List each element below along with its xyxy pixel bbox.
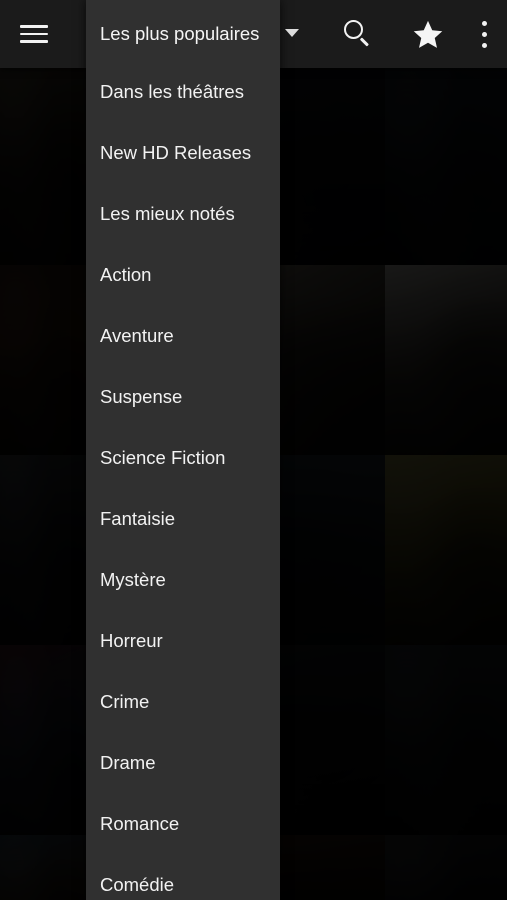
poster-tile[interactable]	[385, 68, 507, 265]
dropdown-item-label: Dans les théâtres	[100, 81, 244, 102]
dropdown-item[interactable]: Suspense	[86, 366, 280, 427]
poster-tile[interactable]	[0, 68, 86, 265]
poster-tile[interactable]	[0, 835, 86, 900]
dropdown-item-label: Action	[100, 264, 152, 285]
dropdown-item-label: Crime	[100, 691, 150, 712]
more-vertical-icon	[481, 20, 487, 48]
dropdown-item[interactable]: Mystère	[86, 549, 280, 610]
dropdown-item-label: Horreur	[100, 630, 163, 651]
poster-tile[interactable]	[0, 265, 86, 455]
dropdown-item-label: Drame	[100, 752, 156, 773]
poster-tile[interactable]	[385, 265, 507, 455]
dropdown-item[interactable]: Crime	[86, 671, 280, 732]
poster-tile[interactable]	[385, 645, 507, 835]
star-icon	[413, 20, 443, 48]
dropdown-item[interactable]: New HD Releases	[86, 122, 280, 183]
dropdown-item[interactable]: Drame	[86, 732, 280, 793]
category-spinner[interactable]: Les plus populaires	[86, 0, 280, 68]
hamburger-menu-icon	[20, 25, 48, 43]
dropdown-item[interactable]: Action	[86, 244, 280, 305]
dropdown-item[interactable]: Fantaisie	[86, 488, 280, 549]
search-button[interactable]	[330, 0, 386, 68]
hamburger-menu-button[interactable]	[6, 0, 62, 68]
poster-tile[interactable]	[385, 455, 507, 645]
poster-tile[interactable]	[385, 835, 507, 900]
category-spinner-label: Les plus populaires	[100, 23, 260, 44]
dropdown-item-label: Mystère	[100, 569, 166, 590]
dropdown-item[interactable]: Dans les théâtres	[86, 61, 280, 122]
dropdown-item-label: Aventure	[100, 325, 174, 346]
dropdown-item-label: Suspense	[100, 386, 183, 407]
dropdown-item-label: Science Fiction	[100, 447, 226, 468]
dropdown-item[interactable]: Les mieux notés	[86, 183, 280, 244]
category-dropdown-list: Les plus populaires Dans les théâtres New …	[86, 0, 280, 900]
poster-tile[interactable]	[0, 455, 86, 645]
category-dropdown-panel: Les plus populaires Dans les théâtres New …	[86, 0, 280, 900]
app-root: Les plus populaires Les plus populaires D…	[0, 0, 507, 900]
favorites-button[interactable]	[400, 0, 456, 68]
dropdown-item-label: Comédie	[100, 874, 175, 895]
dropdown-item[interactable]: Comédie	[86, 854, 280, 900]
dropdown-item-label: Les mieux notés	[100, 203, 235, 224]
overflow-menu-button[interactable]	[462, 0, 506, 68]
dropdown-item-label: New HD Releases	[100, 142, 252, 163]
dropdown-item[interactable]: Romance	[86, 793, 280, 854]
dropdown-item-label: Fantaisie	[100, 508, 176, 529]
chevron-down-icon[interactable]	[285, 29, 299, 37]
search-icon	[344, 20, 372, 48]
dropdown-item[interactable]: Horreur	[86, 610, 280, 671]
dropdown-item-label: Romance	[100, 813, 180, 834]
dropdown-item[interactable]: Science Fiction	[86, 427, 280, 488]
poster-tile[interactable]	[0, 645, 86, 835]
dropdown-item[interactable]: Aventure	[86, 305, 280, 366]
